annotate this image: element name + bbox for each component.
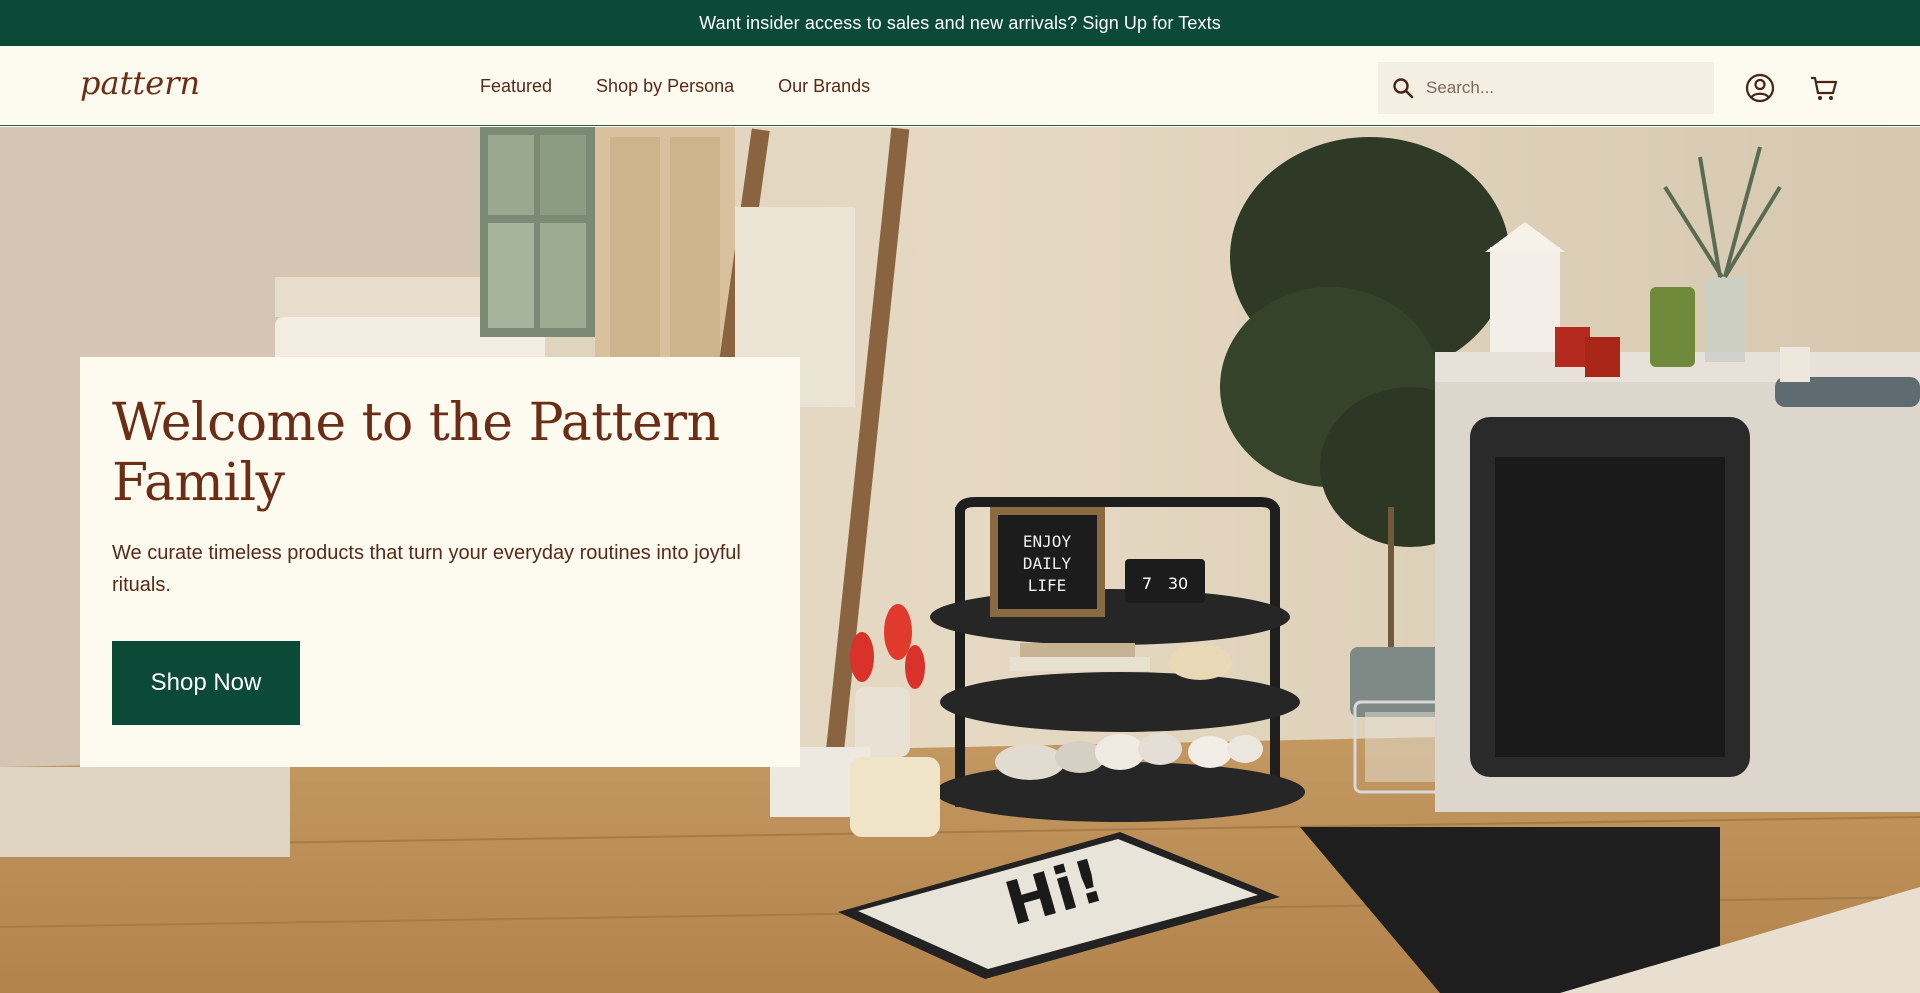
- hero-section: ENJOY DAILY LIFE 7 30 Hi! Welcome to the…: [0, 127, 1920, 993]
- nav-item-shop-by-persona[interactable]: Shop by Persona: [596, 76, 734, 97]
- search-icon[interactable]: [1390, 75, 1416, 101]
- hero-card: Welcome to the Pattern Family We curate …: [80, 357, 800, 767]
- letterboard-line-1: ENJOY: [1023, 532, 1072, 551]
- logo-text: pattern: [80, 64, 200, 102]
- announcement-text[interactable]: Want insider access to sales and new arr…: [699, 13, 1221, 34]
- nav-item-our-brands[interactable]: Our Brands: [778, 76, 870, 97]
- search-input[interactable]: [1424, 77, 1694, 99]
- clock-hour: 7: [1142, 574, 1152, 593]
- cart-icon[interactable]: [1808, 72, 1840, 104]
- shop-now-button[interactable]: Shop Now: [112, 641, 300, 725]
- announcement-bar[interactable]: Want insider access to sales and new arr…: [0, 0, 1920, 46]
- nav-item-featured[interactable]: Featured: [480, 76, 552, 97]
- letterboard-line-2: DAILY: [1023, 554, 1072, 573]
- hero-description: We curate timeless products that turn yo…: [112, 542, 741, 596]
- letterboard-line-3: LIFE: [1028, 576, 1067, 595]
- clock-minute: 30: [1168, 574, 1188, 593]
- hero-title: Welcome to the Pattern Family: [112, 393, 720, 513]
- main-nav: Featured Shop by Persona Our Brands: [480, 46, 870, 126]
- search-box[interactable]: [1378, 62, 1714, 114]
- logo[interactable]: pattern: [80, 64, 210, 108]
- account-icon[interactable]: [1744, 72, 1776, 104]
- site-header: pattern Featured Shop by Persona Our Bra…: [0, 46, 1920, 126]
